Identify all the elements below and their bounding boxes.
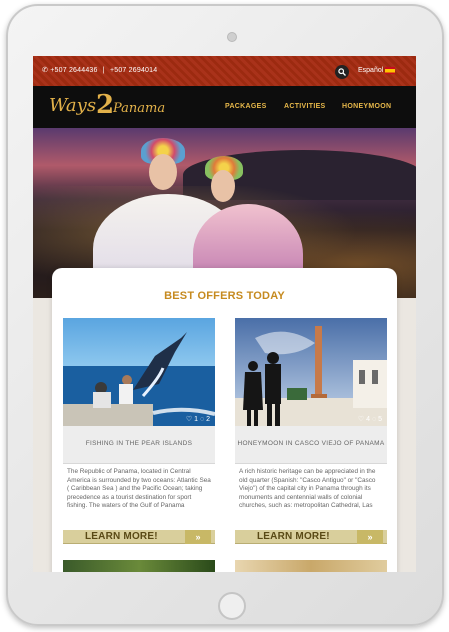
home-button[interactable]	[218, 592, 246, 620]
phone-icon: ✆	[42, 67, 49, 74]
comment-icon: ◌	[199, 416, 205, 423]
logo-text-ways: Ways	[49, 95, 97, 116]
learn-more-button[interactable]: LEARN MORE! »	[63, 530, 215, 544]
spain-flag-icon[interactable]	[385, 67, 395, 74]
phone-numbers: ✆ +507 2644436 | +507 2694014	[42, 66, 157, 74]
dancer-face	[149, 154, 177, 190]
offer-description: The Republic of Panama, located in Centr…	[67, 468, 211, 509]
comments-count: 2	[206, 416, 210, 423]
fishing-photo	[63, 318, 215, 426]
contact-bar: ✆ +507 2644436 | +507 2694014 Español	[33, 56, 416, 86]
phone-2[interactable]: +507 2694014	[110, 67, 157, 74]
casco-viejo-photo	[235, 318, 387, 426]
offers-section: BEST OFFERS TODAY ♡ 1 ◌ 2 FISHING IN THE…	[52, 268, 397, 572]
offer-title[interactable]: HONEYMOON IN CASCO VIEJO OF PANAMA	[235, 440, 387, 447]
offer-caption: FISHING IN THE PEAR ISLANDS	[63, 426, 215, 464]
offer-image-fishing[interactable]: ♡ 1 ◌ 2	[63, 318, 215, 426]
dancer-face	[211, 170, 235, 202]
learn-more-label: LEARN MORE!	[85, 531, 158, 542]
next-offer-image-peek	[235, 560, 387, 572]
comments-count: 5	[378, 416, 382, 423]
web-page: ✆ +507 2644436 | +507 2694014 Español Wa…	[33, 56, 416, 572]
learn-more-button[interactable]: LEARN MORE! »	[235, 530, 387, 544]
main-nav: Ways 2 Panama PACKAGES ACTIVITIES HONEYM…	[33, 86, 416, 128]
nav-activities[interactable]: ACTIVITIES	[284, 103, 326, 110]
camera-icon	[227, 32, 237, 42]
phone-separator: |	[102, 67, 105, 74]
heart-icon: ♡	[185, 416, 193, 423]
search-icon	[338, 68, 346, 76]
learn-more-label: LEARN MORE!	[257, 531, 330, 542]
heart-icon: ♡	[357, 416, 365, 423]
offer-card-fishing[interactable]: ♡ 1 ◌ 2 FISHING IN THE PEAR ISLANDS The …	[63, 318, 215, 572]
nav-packages[interactable]: PACKAGES	[225, 103, 267, 110]
likes-count: 4	[366, 416, 371, 423]
hero-dancer-left	[63, 138, 243, 298]
offer-title[interactable]: FISHING IN THE PEAR ISLANDS	[63, 440, 215, 447]
likes-count: 1	[194, 416, 199, 423]
offer-image-honeymoon[interactable]: ♡ 4 ◌ 5	[235, 318, 387, 426]
logo-text-panama: Panama	[113, 101, 166, 116]
phone-1[interactable]: +507 2644436	[50, 67, 97, 74]
comment-icon: ◌	[371, 416, 377, 423]
offer-description: A rich historic heritage can be apprecia…	[239, 468, 376, 509]
double-chevron-right-icon: »	[185, 530, 211, 544]
offer-card-honeymoon[interactable]: ♡ 4 ◌ 5 HONEYMOON IN CASCO VIEJO OF PANA…	[235, 318, 387, 572]
next-offer-image-peek	[63, 560, 215, 572]
offer-caption: HONEYMOON IN CASCO VIEJO OF PANAMA	[235, 426, 387, 464]
offer-stats: ♡ 1 ◌ 2	[186, 415, 210, 423]
double-chevron-right-icon: »	[357, 530, 383, 544]
search-button[interactable]	[335, 65, 349, 79]
site-logo[interactable]: Ways 2 Panama	[49, 90, 166, 123]
language-link[interactable]: Español	[358, 67, 383, 74]
nav-honeymoon[interactable]: HONEYMOON	[342, 103, 391, 110]
section-title: BEST OFFERS TODAY	[164, 290, 285, 302]
logo-text-2: 2	[96, 90, 115, 120]
offer-stats: ♡ 4 ◌ 5	[358, 415, 382, 423]
